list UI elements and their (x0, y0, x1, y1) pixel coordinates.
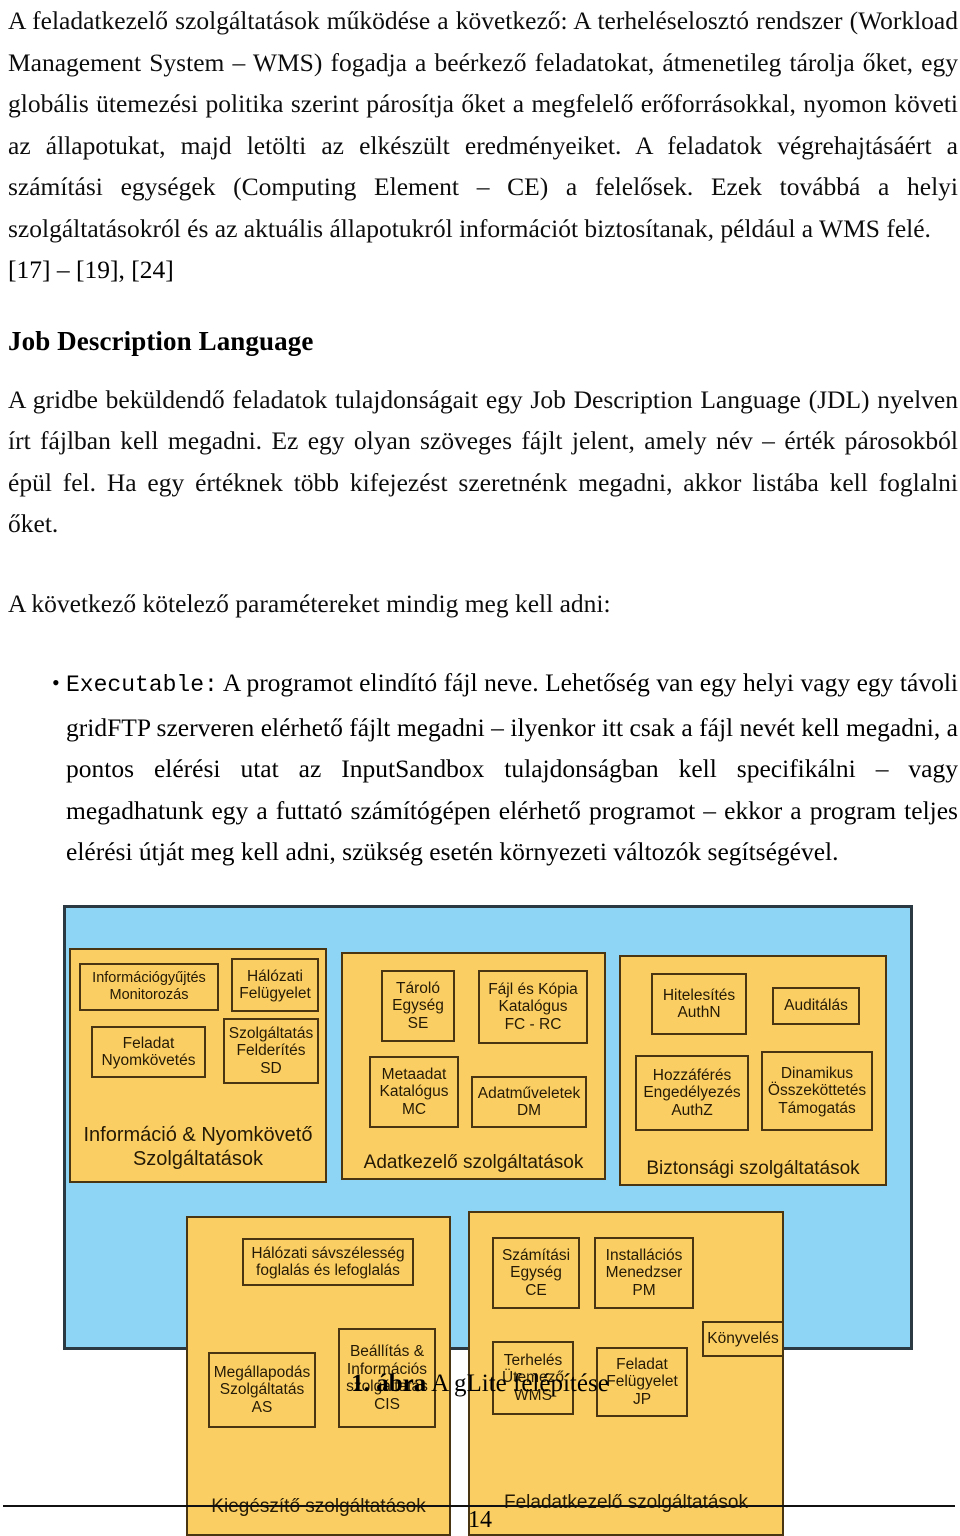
box-network-bandwidth: Hálózati sávszélesség foglalás és lefogl… (242, 1238, 414, 1286)
panel-title-information-monitoring: Információ & Nyomkövető Szolgáltatások (83, 1124, 313, 1170)
code-term-executable: Executable: (66, 672, 218, 698)
box-package-manager: Installációs Menedzser PM (594, 1237, 694, 1309)
box-info-gathering-monitoring: Információgyűjtés Monitorozás (79, 963, 219, 1011)
panel-data-management: Tároló Egység SE Fájl és Kópia Katalógus… (341, 952, 606, 1180)
panel-title-data-management: Adatkezelő szolgáltatások (363, 1152, 584, 1173)
mandatory-parameters-list: • Executable: A programot elindító fájl n… (8, 662, 958, 873)
box-data-management-dm: Adatműveletek DM (471, 1076, 587, 1128)
box-authorization: Hozzáférés Engedélyezés AuthZ (635, 1055, 749, 1131)
paragraph-jdl-description: A gridbe beküldendő feladatok tulajdonsá… (8, 384, 958, 539)
box-file-replica-catalog: Fájl és Kópia Katalógus FC - RC (478, 970, 588, 1044)
document-page: A feladatkezelő szolgáltatások működése … (0, 0, 960, 1536)
panel-information-monitoring: Információgyűjtés Monitorozás Hálózati F… (69, 948, 327, 1183)
section-heading-jdl: Job Description Language (8, 325, 314, 356)
list-item: • Executable: A programot elindító fájl n… (8, 662, 958, 873)
box-authentication: Hitelesítés AuthN (651, 973, 747, 1035)
paragraph-mandatory-parameters-lead-in: A következő kötelező paramétereket mindi… (8, 588, 611, 618)
box-task-tracking: Feladat Nyomkövetés (91, 1026, 206, 1078)
bullet-icon: • (52, 670, 60, 695)
panel-title-security-services: Biztonsági szolgáltatások (646, 1158, 860, 1179)
box-network-supervision: Hálózati Felügyelet (231, 958, 319, 1012)
box-accounting: Könyvelés (702, 1321, 784, 1357)
reference-citation-line: [17] – [19], [24] (8, 255, 174, 284)
figure-caption-text: A gLite felépítése (426, 1370, 609, 1397)
box-dynamic-connectivity: Dinamikus Összeköttetés Támogatás (761, 1051, 873, 1131)
box-metadata-catalog: Metaadat Katalógus MC (369, 1056, 459, 1128)
box-auditing: Auditálás (772, 987, 860, 1025)
page-number: 14 (468, 1507, 492, 1533)
text-column: A feladatkezelő szolgáltatások működése … (8, 0, 958, 873)
box-storage-element: Tároló Egység SE (381, 970, 455, 1042)
box-computing-element: Számítási Egység CE (492, 1237, 580, 1309)
paragraph-workload-management: A feladatkezelő szolgáltatások működése … (8, 6, 958, 243)
figure-caption-label: 1. ábra (351, 1370, 427, 1397)
box-service-discovery: Szolgáltatás Felderítés SD (223, 1018, 319, 1084)
figure-caption: 1. ábra A gLite felépítése (0, 1368, 960, 1400)
figure-glite-architecture: Információgyűjtés Monitorozás Hálózati F… (63, 905, 913, 1536)
panel-security-services: Hitelesítés AuthN Auditálás Hozzáférés E… (619, 955, 887, 1186)
diagram-canvas: Információgyűjtés Monitorozás Hálózati F… (63, 905, 913, 1536)
